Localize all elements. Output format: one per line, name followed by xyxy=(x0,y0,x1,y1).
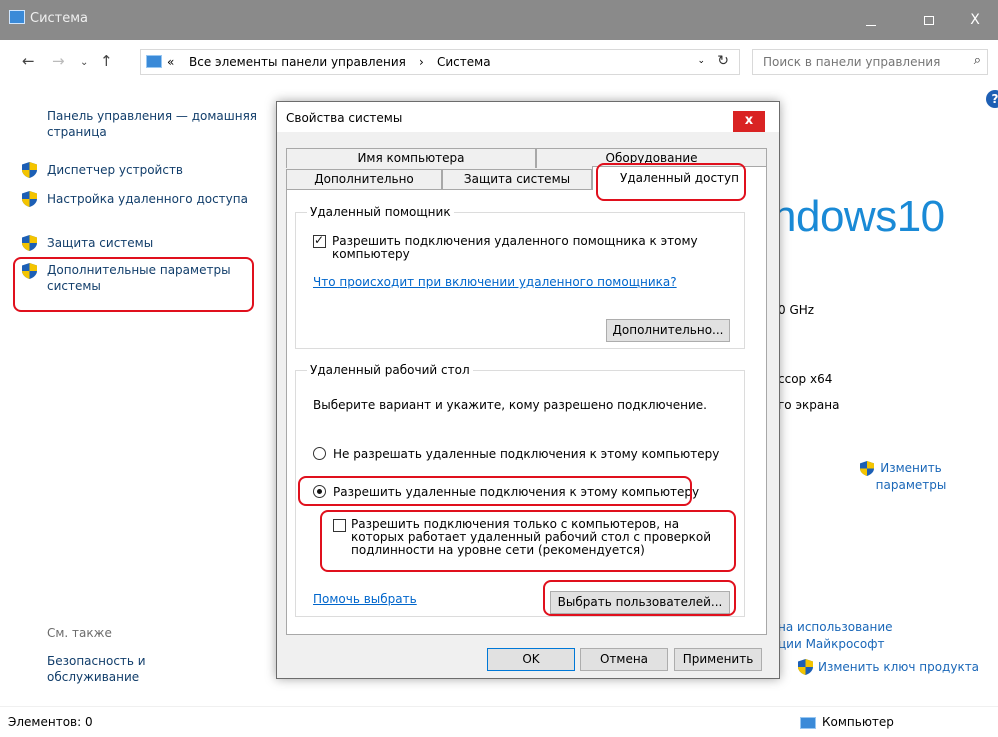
system-properties-dialog: Свойства системы x Имя компьютера Оборуд… xyxy=(276,101,780,679)
remote-assistance-legend-text: Удаленный помощник xyxy=(307,206,454,219)
device-manager-link[interactable]: Диспетчер устройств xyxy=(47,162,257,178)
shield-icon xyxy=(22,162,37,178)
allow-assistance-label[interactable]: Разрешить подключения удаленного помощни… xyxy=(332,235,712,261)
window-title: Система xyxy=(30,11,89,26)
remote-settings-link[interactable]: Настройка удаленного доступа xyxy=(47,191,257,207)
window-titlebar: Система X xyxy=(0,0,998,40)
search-box[interactable]: ⌕ xyxy=(752,49,988,75)
deny-remote-radio[interactable] xyxy=(313,447,326,460)
apply-button[interactable]: Применить xyxy=(674,648,762,671)
system-app-icon xyxy=(9,10,25,24)
shield-icon xyxy=(22,235,37,251)
cpu-speed-text: 0 GHz xyxy=(778,303,815,317)
allow-remote-label[interactable]: Разрешить удаленные подключения к этому … xyxy=(333,486,699,499)
see-also-heading: См. также xyxy=(47,626,112,640)
allow-assistance-checkbox[interactable] xyxy=(313,233,326,248)
processor-type-text: ссор x64 xyxy=(778,372,833,386)
search-icon[interactable]: ⌕ xyxy=(974,53,981,68)
system-protection-link[interactable]: Защита системы xyxy=(47,235,257,251)
nla-label[interactable]: Разрешить подключения только с компьютер… xyxy=(351,518,731,557)
shield-icon xyxy=(22,191,37,207)
dialog-close-button[interactable]: x xyxy=(733,111,765,132)
remote-desktop-instruction: Выберите вариант и укажите, кому разреше… xyxy=(313,398,707,412)
refresh-icon[interactable]: ↻ xyxy=(717,53,729,69)
ok-button[interactable]: OK xyxy=(487,648,575,671)
allow-remote-radio[interactable] xyxy=(313,485,326,498)
forward-arrow-icon[interactable]: → xyxy=(52,52,65,70)
tab-system-protection[interactable]: Защита системы xyxy=(442,169,592,189)
close-button[interactable]: X xyxy=(952,0,998,40)
pen-touch-text: го экрана xyxy=(778,398,840,412)
license-line-2: ции Майкрософт xyxy=(778,637,885,651)
back-arrow-icon[interactable]: ← xyxy=(22,52,35,70)
status-bar: Элементов: 0 Компьютер xyxy=(0,706,998,737)
help-icon[interactable]: ? xyxy=(986,90,998,108)
dialog-titlebar: Свойства системы x xyxy=(277,102,779,132)
breadcrumb-separator-icon[interactable]: › xyxy=(419,55,424,69)
windows-10-logo: ndows10 xyxy=(772,192,945,241)
change-settings-link[interactable]: Изменить параметры xyxy=(856,460,966,494)
status-computer-label: Компьютер xyxy=(822,715,894,729)
tab-computer-name[interactable]: Имя компьютера xyxy=(286,148,536,168)
shield-icon xyxy=(22,263,37,279)
navigation-bar: ← → ⌄ ↑ « Все элементы панели управления… xyxy=(0,40,998,84)
breadcrumb-system[interactable]: Система xyxy=(437,55,491,69)
search-input[interactable] xyxy=(761,51,961,73)
change-settings-label: Изменить параметры xyxy=(875,461,947,492)
assistance-info-link[interactable]: Что происходит при включении удаленного … xyxy=(313,275,677,289)
shield-icon xyxy=(798,659,813,675)
tab-advanced[interactable]: Дополнительно xyxy=(286,169,442,189)
advanced-system-settings-link[interactable]: Дополнительные параметры системы xyxy=(47,262,257,294)
help-choose-link[interactable]: Помочь выбрать xyxy=(313,592,417,606)
shield-icon xyxy=(860,461,874,476)
control-panel-home-link[interactable]: Панель управления — домашняя страница xyxy=(47,108,257,140)
select-users-button[interactable]: Выбрать пользователей... xyxy=(550,591,730,614)
tab-remote[interactable]: Удаленный доступ xyxy=(592,166,767,190)
maximize-button[interactable] xyxy=(906,0,952,40)
maximize-icon xyxy=(924,15,934,25)
security-maintenance-link[interactable]: Безопасность и обслуживание xyxy=(47,653,207,685)
breadcrumb-all-items[interactable]: Все элементы панели управления xyxy=(189,55,406,69)
item-count: Элементов: 0 xyxy=(8,715,93,729)
cancel-button[interactable]: Отмена xyxy=(580,648,668,671)
breadcrumb-overflow[interactable]: « xyxy=(167,55,174,69)
up-arrow-icon[interactable]: ↑ xyxy=(100,52,113,70)
remote-desktop-legend: Удаленный рабочий стол xyxy=(307,364,473,377)
dialog-title: Свойства системы xyxy=(286,111,403,125)
address-dropdown-icon[interactable]: ⌄ xyxy=(697,56,705,66)
address-bar[interactable]: « Все элементы панели управления › Систе… xyxy=(140,49,740,75)
minimize-button[interactable] xyxy=(848,0,894,40)
left-pane: Панель управления — домашняя страница Ди… xyxy=(0,84,270,704)
deny-remote-label[interactable]: Не разрешать удаленные подключения к это… xyxy=(333,448,719,461)
change-product-key-link[interactable]: Изменить ключ продукта xyxy=(818,660,979,674)
computer-icon xyxy=(800,717,816,729)
tab-hardware[interactable]: Оборудование xyxy=(536,148,767,168)
license-link[interactable]: на использование ции Майкрософт xyxy=(778,619,893,653)
control-panel-icon xyxy=(146,55,162,68)
minimize-icon xyxy=(866,24,876,26)
license-line-1: на использование xyxy=(778,620,893,634)
nla-checkbox[interactable] xyxy=(333,519,346,532)
assistance-advanced-button[interactable]: Дополнительно... xyxy=(606,319,730,342)
recent-locations-icon[interactable]: ⌄ xyxy=(80,57,88,68)
